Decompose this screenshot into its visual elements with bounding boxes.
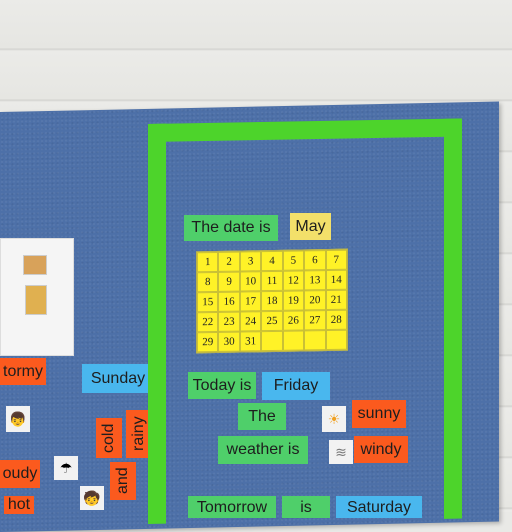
calendar-day: 15	[197, 291, 219, 313]
word-card-cloudy: oudy	[0, 460, 40, 488]
calendar-day: 25	[261, 310, 283, 332]
label-the: The	[238, 403, 286, 430]
calendar-day: 14	[325, 269, 347, 291]
month-card: May	[290, 213, 331, 240]
child-picture-icon: 🧒	[80, 486, 104, 510]
word-card-sunday: Sunday	[82, 364, 154, 393]
calendar-day: 27	[304, 310, 326, 331]
calendar-day	[325, 329, 347, 351]
calendar-day: 3	[239, 251, 262, 272]
calendar-day: 19	[282, 290, 305, 311]
calendar-day: 7	[325, 249, 347, 271]
calendar-day: 31	[239, 331, 262, 352]
weather-card-sunny: sunny	[352, 400, 406, 428]
person-icon: 👦	[6, 406, 30, 432]
month-calendar: 1 2 3 4 5 6 7 8 9 10 11 12 13 14 15 16 17 18 19 20 21 22 23 24 2…	[196, 248, 348, 354]
word-card-cold: cold	[96, 418, 122, 458]
calendar-day: 10	[239, 271, 262, 292]
calendar-day	[304, 330, 326, 351]
label-tomorrow-is: is	[282, 496, 330, 518]
calendar-day: 22	[197, 311, 219, 333]
calendar-day: 13	[304, 270, 326, 291]
calendar-day: 20	[304, 290, 326, 311]
word-card-stormy: tormy	[0, 358, 46, 385]
wind-icon: ≋	[329, 440, 353, 464]
calendar-day: 16	[218, 291, 240, 312]
calendar-day: 23	[218, 311, 240, 332]
calendar-day: 29	[197, 331, 219, 353]
label-weather-is: weather is	[218, 436, 308, 464]
calendar-day: 11	[261, 270, 283, 292]
calendar-day	[261, 330, 283, 352]
calendar-day: 2	[218, 251, 240, 272]
calendar-day: 28	[325, 309, 347, 331]
calendar-day: 12	[282, 270, 305, 291]
picture-sheet	[0, 238, 74, 356]
calendar-day: 5	[282, 250, 305, 271]
calendar-day: 18	[261, 290, 283, 312]
weather-card-windy: windy	[354, 436, 408, 463]
calendar-day: 24	[239, 311, 262, 332]
picture-thumbnail-bottom	[25, 285, 47, 315]
today-day-card: Friday	[262, 372, 330, 400]
word-card-and: and	[110, 462, 136, 500]
picture-thumbnail-top	[23, 255, 47, 275]
calendar-day: 1	[197, 251, 219, 273]
umbrella-icon: ☂	[54, 456, 78, 480]
calendar-day: 26	[282, 310, 305, 331]
calendar-day: 4	[261, 250, 283, 272]
tomorrow-day-card: Saturday	[336, 496, 422, 518]
label-today-is: Today is	[188, 372, 256, 399]
sun-icon: ☀	[322, 406, 346, 432]
calendar-day: 8	[197, 271, 219, 293]
word-card-hot: hot	[4, 496, 34, 514]
label-tomorrow: Tomorrow	[188, 496, 276, 518]
calendar-day	[282, 330, 305, 351]
calendar-day: 30	[218, 331, 240, 352]
calendar-day: 17	[239, 291, 262, 312]
calendar-day: 21	[325, 289, 347, 311]
calendar-day: 9	[218, 271, 240, 292]
label-the-date-is: The date is	[184, 215, 278, 241]
calendar-day: 6	[304, 250, 326, 271]
